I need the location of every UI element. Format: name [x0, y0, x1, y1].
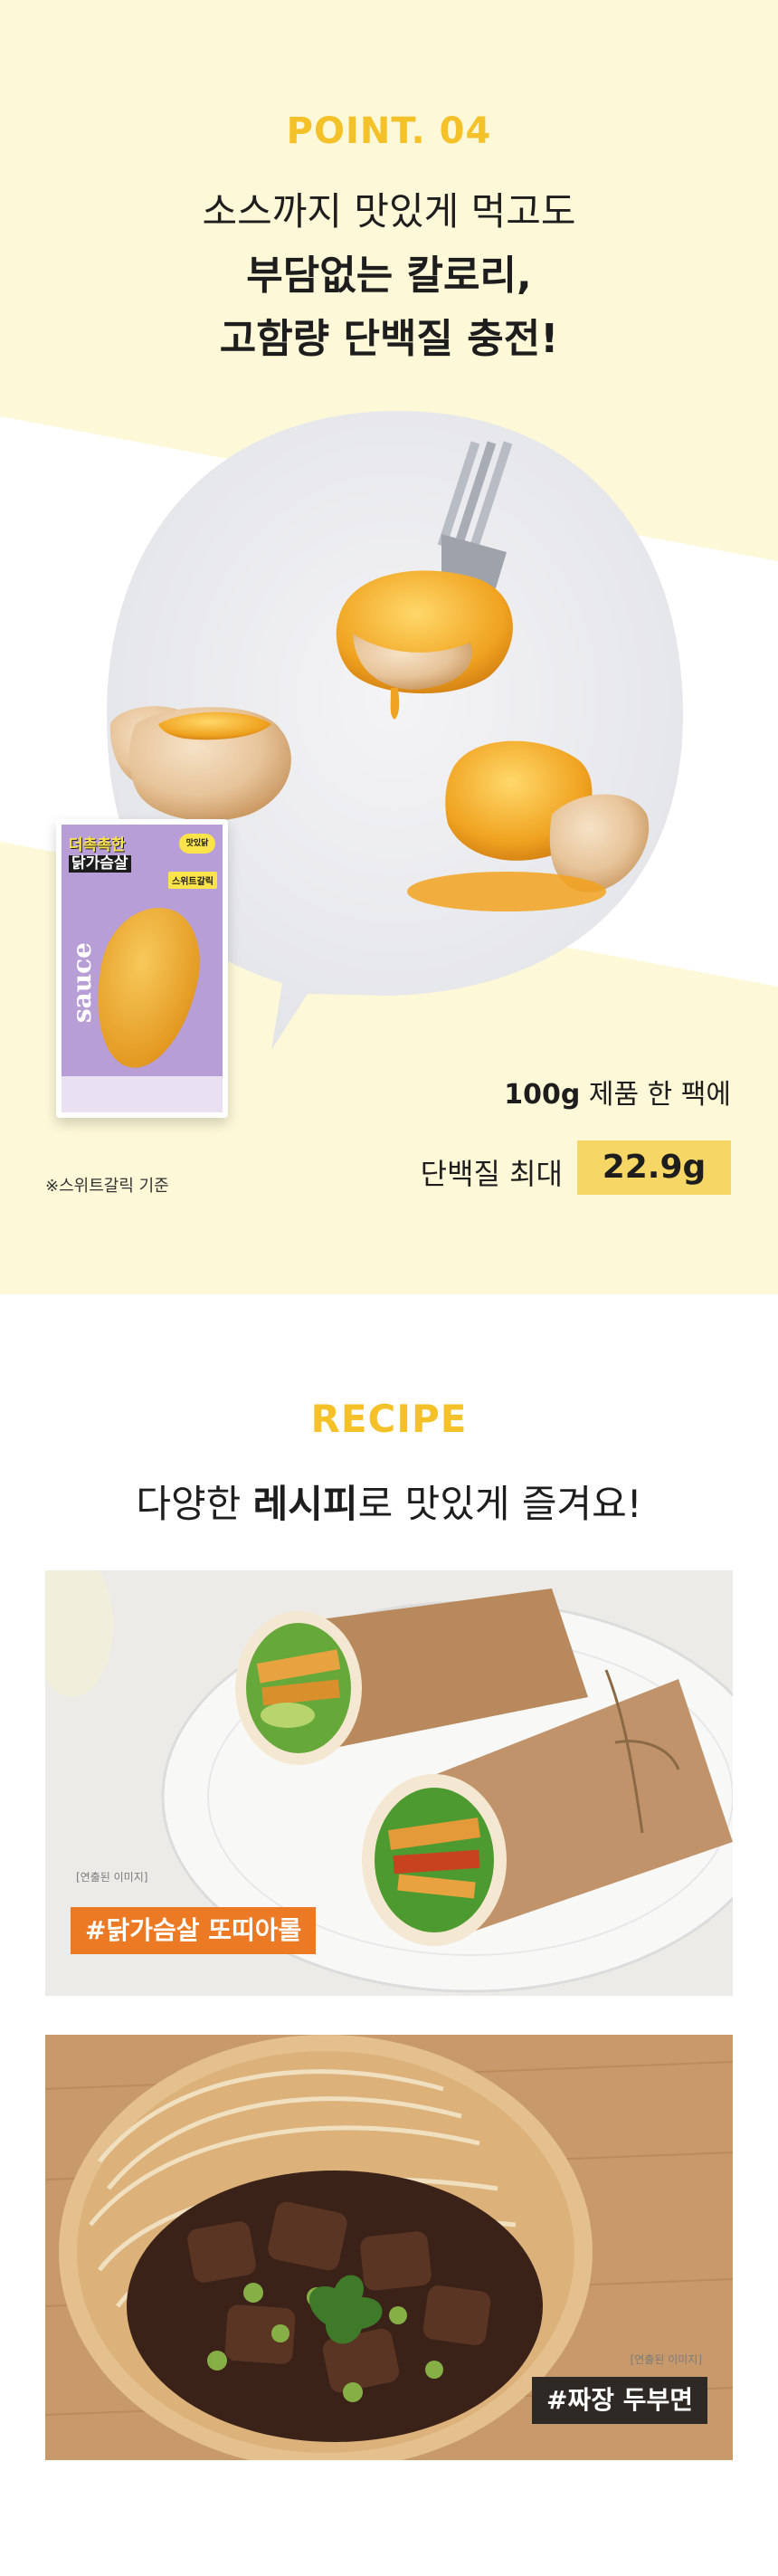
recipe-photo-jjajang-tofu-noodle: [연출된 이미지] #짜장 두부면 — [45, 2035, 733, 2460]
package-brand-badge: 맛있닭 — [179, 834, 215, 854]
recipe-tag-tortilla: #닭가슴살 또띠아롤 — [71, 1907, 317, 1954]
package-note: ※스위트갈릭 기준 — [45, 1177, 169, 1196]
recipe-photo-tortilla-roll: [연출된 이미지] #닭가슴살 또띠아롤 — [45, 1570, 733, 1996]
product-package: 더촉촉한 닭가슴살 맛있닭 스위트갈릭 sauce — [56, 819, 228, 1118]
recipe-label: RECIPE — [310, 1397, 468, 1441]
stat-amount: 100g — [504, 1079, 581, 1111]
recipe-sub-post: 로 맛있게 즐겨요! — [357, 1482, 642, 1526]
recipe-subtitle: 다양한 레시피로 맛있게 즐겨요! — [0, 1474, 778, 1529]
sauce-puddle — [407, 872, 606, 911]
recipe-sub-bold: 레시피 — [252, 1482, 358, 1526]
package-title: 더촉촉한 닭가슴살 — [69, 836, 131, 873]
package-flavor-label: 스위트갈릭 — [168, 872, 217, 889]
package-chicken-image — [81, 897, 212, 1078]
protein-value-highlight: 22.9g — [577, 1140, 731, 1195]
package-sauce-word: sauce — [67, 942, 97, 1024]
package-nutrition-strip — [62, 1076, 223, 1112]
point-04-section: POINT. 04 소스까지 맛있게 먹고도 부담없는 칼로리, 고함량 단백질… — [0, 0, 778, 1294]
stat-line-1-rest: 제품 한 팩에 — [588, 1079, 731, 1111]
stat-line-1: 100g 제품 한 팩에 — [504, 1072, 731, 1111]
protein-label: 단백질 최대 — [420, 1157, 563, 1191]
photo-1-caption: [연출된 이미지] — [76, 1871, 148, 1884]
package-title-line1: 더촉촉한 — [69, 836, 126, 854]
recipe-sub-pre: 다양한 — [136, 1482, 253, 1526]
package-title-line2: 닭가슴살 — [69, 854, 131, 873]
recipe-tag-jjajang: #짜장 두부면 — [531, 2377, 707, 2424]
photo-2-caption: [연출된 이미지] — [630, 2353, 702, 2366]
